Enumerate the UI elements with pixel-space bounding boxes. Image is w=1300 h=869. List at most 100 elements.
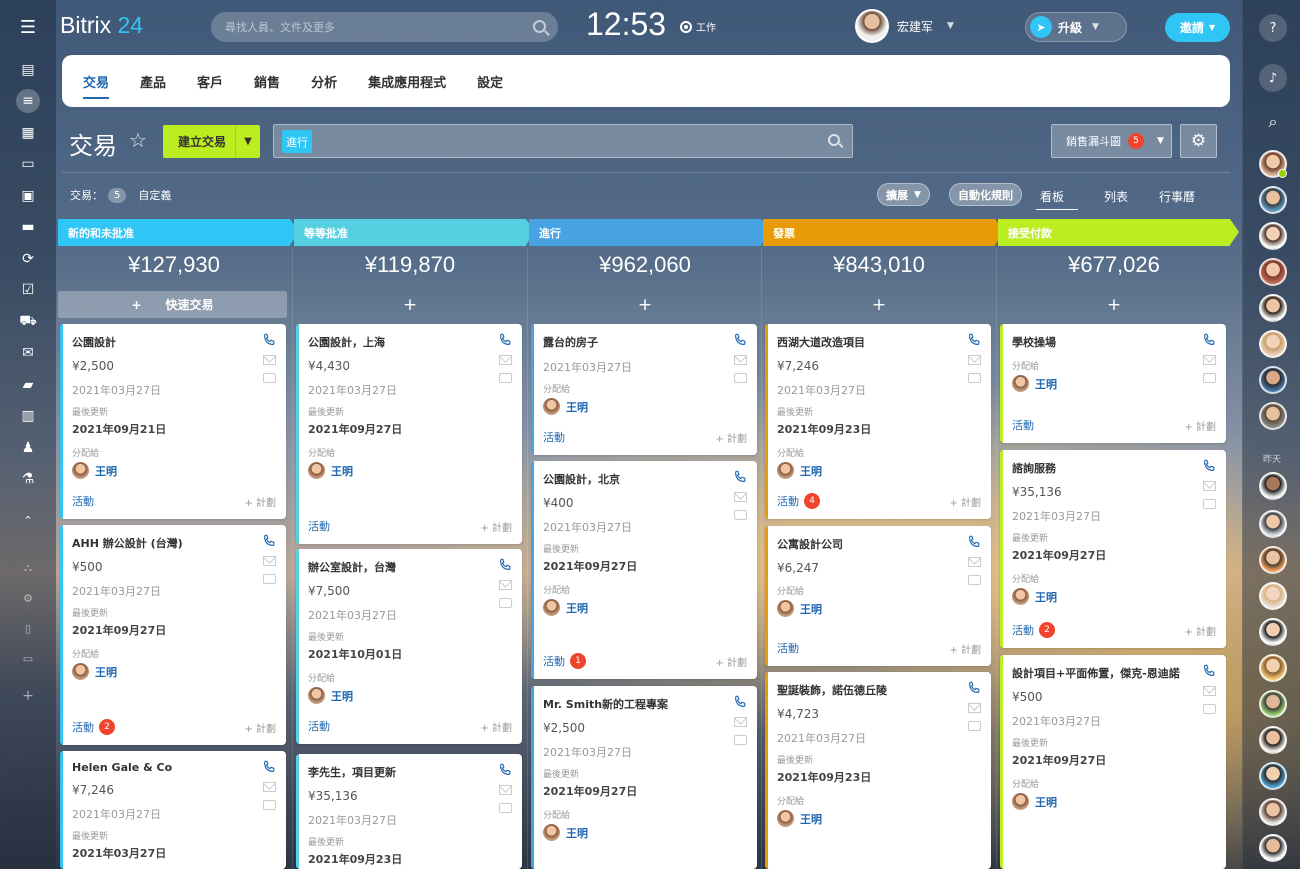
contact-avatar[interactable]	[1259, 330, 1287, 358]
help-icon[interactable]: ?	[1259, 14, 1287, 42]
plan-link[interactable]: + 計劃	[1184, 623, 1216, 638]
window-icon[interactable]: ▭	[16, 152, 40, 176]
work-status[interactable]: 工作	[680, 19, 716, 34]
feed-icon[interactable]: ▤	[16, 58, 40, 82]
chat-icon[interactable]	[262, 373, 276, 383]
drive-icon[interactable]: ▬	[16, 215, 40, 239]
phone-icon[interactable]	[1202, 664, 1216, 678]
chat-icon[interactable]	[967, 721, 981, 731]
mail-icon[interactable]	[262, 556, 276, 566]
tab-deals[interactable]: 交易	[83, 55, 110, 107]
contact-avatar[interactable]	[1259, 472, 1287, 500]
custom-link[interactable]: 自定義	[138, 187, 171, 203]
phone-icon[interactable]	[498, 763, 512, 777]
card-title[interactable]: 李先生，項目更新	[308, 764, 510, 780]
chevron-down-icon[interactable]: ▼	[235, 125, 260, 158]
phone-icon[interactable]	[733, 470, 747, 484]
contact-avatar[interactable]	[1259, 582, 1287, 610]
extend-button[interactable]: 擴展 ▼	[877, 183, 930, 206]
phone-icon[interactable]	[1202, 333, 1216, 347]
card-title[interactable]: Helen Gale & Co	[72, 761, 274, 774]
add-deal-button[interactable]: +	[998, 291, 1230, 318]
assignee[interactable]: 王明	[543, 599, 745, 616]
activity-link[interactable]: 活動	[543, 429, 565, 445]
bell-icon[interactable]: ♪	[1259, 64, 1287, 92]
chat-icon[interactable]	[733, 735, 747, 745]
activity-link[interactable]: 活動 2	[72, 719, 115, 735]
contact-card-icon[interactable]: ▣	[16, 184, 40, 208]
apps-icon[interactable]: ▦	[16, 121, 40, 145]
activity-link[interactable]: 活動	[777, 640, 799, 656]
upgrade-button[interactable]: ➤ 升級 ▼	[1025, 12, 1127, 42]
card-title[interactable]: 公園設計，北京	[543, 471, 745, 487]
phone-icon[interactable]	[498, 558, 512, 572]
mail-icon[interactable]	[1202, 355, 1216, 365]
tab-integrations[interactable]: 集成應用程式	[368, 55, 446, 107]
assignee[interactable]: 王明	[543, 398, 745, 415]
chat-icon[interactable]	[967, 575, 981, 585]
global-search-input[interactable]	[211, 12, 511, 42]
mail-icon[interactable]	[498, 355, 512, 365]
tab-settings[interactable]: 設定	[477, 55, 503, 107]
chat-icon[interactable]	[498, 803, 512, 813]
assignee[interactable]: 王明	[1012, 375, 1214, 392]
plan-link[interactable]: + 計劃	[1184, 418, 1216, 433]
deal-card[interactable]: 諮詢服務 ¥35,136 2021年03月27日 最後更新 2021年09月27日 分配給…	[1000, 450, 1226, 648]
activity-link[interactable]: 活動	[308, 518, 330, 534]
lab-icon[interactable]: ⚗	[16, 467, 40, 491]
logo[interactable]: Bitrix 24	[60, 12, 143, 39]
star-icon[interactable]: ☆	[129, 128, 147, 152]
search-icon[interactable]	[828, 134, 840, 146]
plan-link[interactable]: + 計劃	[244, 720, 276, 735]
chat-icon[interactable]	[262, 574, 276, 584]
mail-icon[interactable]	[262, 355, 276, 365]
stage-header[interactable]: 新的和未批准	[58, 219, 299, 246]
mail-icon[interactable]	[1202, 686, 1216, 696]
assignee[interactable]: 王明	[72, 663, 274, 680]
phone-icon[interactable]	[967, 681, 981, 695]
deal-card[interactable]: AHH 辦公設計 (台灣) ¥500 2021年03月27日 最後更新 2021年09月…	[60, 525, 286, 745]
chat-icon[interactable]	[1202, 704, 1216, 714]
card-title[interactable]: 西湖大道改造項目	[777, 334, 979, 350]
chat-icon[interactable]	[498, 373, 512, 383]
mail-icon[interactable]	[967, 355, 981, 365]
invite-button[interactable]: 邀請 ▼	[1165, 13, 1230, 42]
chat-icon[interactable]	[498, 598, 512, 608]
mail-icon[interactable]: ✉	[16, 341, 40, 365]
activity-link[interactable]: 活動 4	[777, 493, 820, 509]
stage-header[interactable]: 接受付款	[998, 219, 1239, 246]
filter-chip[interactable]: 進行	[282, 130, 312, 153]
phone-icon[interactable]	[967, 535, 981, 549]
sales-funnel-button[interactable]: 銷售漏斗圖 5 ▼	[1051, 124, 1172, 158]
card-title[interactable]: 學校操場	[1012, 334, 1214, 350]
create-deal-button[interactable]: 建立交易 ▼	[163, 125, 260, 158]
card-title[interactable]: 公寓設計公司	[777, 536, 979, 552]
activity-link[interactable]: 活動 1	[543, 653, 586, 669]
plan-link[interactable]: + 計劃	[715, 654, 747, 669]
assignee[interactable]: 王明	[777, 462, 979, 479]
phone-icon[interactable]	[262, 760, 276, 774]
deal-card[interactable]: 露台的房子 2021年03月27日 分配給 王明 活動 + 計劃	[531, 324, 757, 455]
automation-button[interactable]: 自動化規則	[949, 183, 1022, 206]
add-deal-button[interactable]: +	[529, 291, 761, 318]
mail-icon[interactable]	[733, 355, 747, 365]
assignee[interactable]: 王明	[308, 462, 510, 479]
contact-avatar[interactable]	[1259, 510, 1287, 538]
contact-avatar[interactable]	[1259, 402, 1287, 430]
plan-link[interactable]: + 計劃	[480, 519, 512, 534]
stage-header[interactable]: 發票	[763, 219, 1004, 246]
card-title[interactable]: 公園設計	[72, 334, 274, 350]
contact-avatar[interactable]	[1259, 690, 1287, 718]
tab-sales[interactable]: 銷售	[254, 55, 280, 107]
chat-icon[interactable]	[262, 800, 276, 810]
card-title[interactable]: 聖誕裝飾，諾伍德丘陵	[777, 682, 979, 698]
add-icon[interactable]: +	[16, 684, 40, 708]
chat-icon[interactable]	[733, 373, 747, 383]
contact-avatar[interactable]	[1259, 546, 1287, 574]
activity-link[interactable]: 活動	[1012, 417, 1034, 433]
contact-avatar[interactable]	[1259, 654, 1287, 682]
contact-avatar[interactable]	[1259, 258, 1287, 286]
contact-avatar[interactable]	[1259, 726, 1287, 754]
view-list[interactable]: 列表	[1104, 188, 1128, 205]
stage-header[interactable]: 等等批准	[294, 219, 535, 246]
